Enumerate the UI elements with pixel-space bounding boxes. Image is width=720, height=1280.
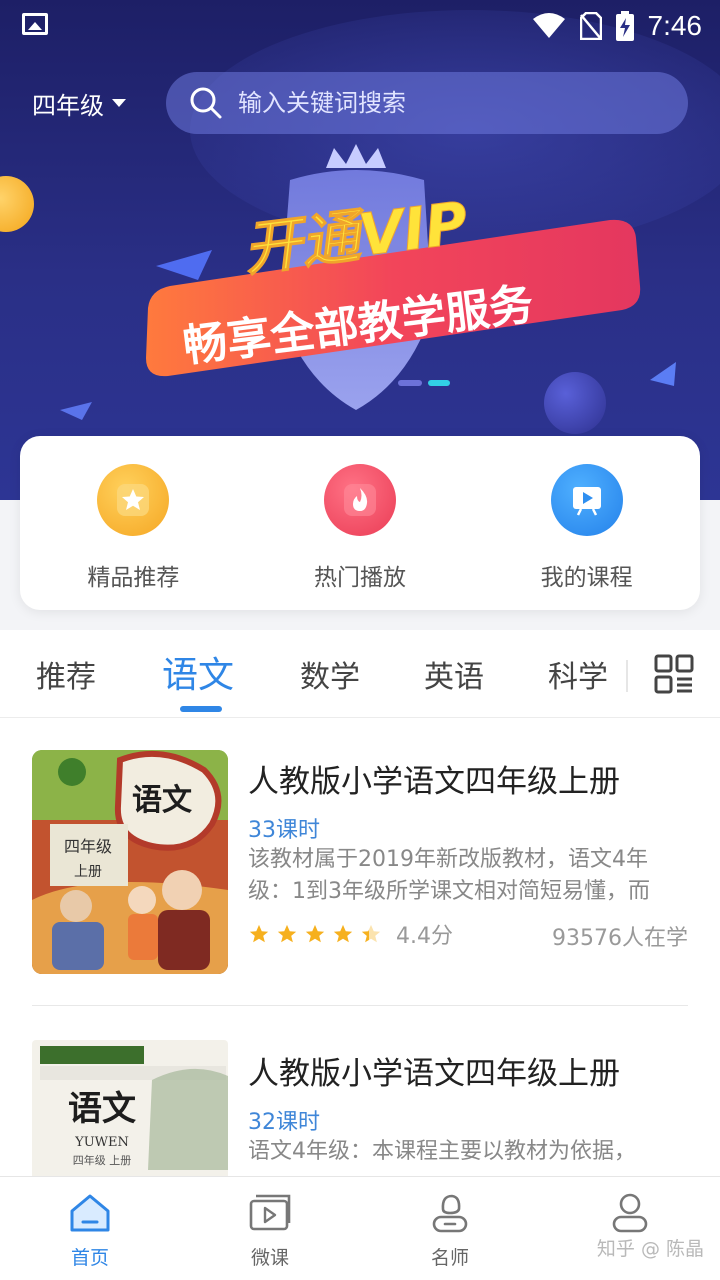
- nav-label: 微课: [250, 1247, 289, 1269]
- watermark: 知乎 @ 陈晶: [596, 1238, 704, 1260]
- quick-action-hot[interactable]: 热门播放: [260, 464, 460, 592]
- grade-selector[interactable]: 四年级: [32, 86, 126, 120]
- status-bar: 7:46: [0, 0, 720, 50]
- home-icon: [70, 1194, 110, 1232]
- learner-count: 93576人在学: [552, 926, 688, 951]
- caret-down-icon: [112, 99, 126, 107]
- decor-triangle: [60, 402, 92, 420]
- course-card[interactable]: 语文 四年级 上册 人教版小学语文四年级上册 33课时 该教材属于2019年新改…: [0, 720, 720, 1006]
- nav-home[interactable]: 首页: [30, 1191, 150, 1270]
- category-grid-icon[interactable]: [654, 654, 694, 694]
- textbook-cover: 语文 四年级 上册: [32, 750, 228, 974]
- cover-subtitle: YUWEN: [74, 1135, 129, 1150]
- quick-action-label: 我的课程: [540, 565, 633, 591]
- course-cover-image: 语文 四年级 上册: [32, 750, 228, 974]
- star-glyph: [117, 484, 150, 516]
- quick-action-recommended[interactable]: 精品推荐: [33, 464, 233, 592]
- quick-action-my-courses[interactable]: 我的课程: [487, 464, 687, 592]
- course-description: 该教材属于2019年新改版教材，语文4年级：1到3年级所学课文相对简短易懂，而: [248, 847, 650, 904]
- list-divider: [32, 1005, 688, 1006]
- profile-icon: [612, 1193, 648, 1233]
- decor-triangle: [650, 362, 676, 386]
- cover-grade: 四年级 上册: [73, 1153, 132, 1167]
- battery-charging-icon: [615, 11, 634, 41]
- quick-action-label: 精品推荐: [87, 565, 180, 591]
- tab-divider: [626, 660, 628, 692]
- tab-math[interactable]: 数学: [300, 652, 360, 696]
- video-icon: [249, 1194, 291, 1231]
- rating-stars: 4.4分: [248, 918, 453, 950]
- course-title: 人教版小学语文四年级上册: [248, 764, 620, 800]
- no-sim-icon: [579, 12, 602, 40]
- gallery-notification-icon: [22, 13, 48, 35]
- search-bar[interactable]: [166, 72, 688, 134]
- tab-science[interactable]: 科学: [548, 652, 608, 696]
- wifi-icon: [532, 13, 565, 38]
- nav-label: 名师: [430, 1247, 469, 1269]
- cover-volume: 上册: [74, 864, 102, 880]
- course-title: 人教版小学语文四年级上册: [248, 1056, 620, 1092]
- cover-title: 语文: [132, 783, 192, 818]
- cover-title: 语文: [68, 1089, 136, 1129]
- flame-icon: [323, 464, 396, 536]
- play-board-icon: [550, 464, 623, 536]
- nav-microclass[interactable]: 微课: [210, 1191, 330, 1270]
- play-board-glyph: [572, 487, 601, 516]
- hero-banner-area: 7:46 四年级 输入关键词搜索 开通VIP 畅享全部教学服务: [0, 0, 720, 500]
- lesson-count: 33课时: [248, 818, 320, 843]
- cover-grade: 四年级: [64, 837, 112, 856]
- nav-teachers[interactable]: 名师: [390, 1191, 510, 1270]
- tab-recommended[interactable]: 推荐: [36, 652, 96, 696]
- crown-icon: [326, 144, 386, 168]
- lesson-count: 32课时: [248, 1110, 320, 1135]
- teacher-icon: [432, 1194, 468, 1233]
- tab-english[interactable]: 英语: [424, 652, 484, 696]
- clock: 7:46: [647, 10, 703, 41]
- star-filled-icon: [249, 924, 269, 943]
- star-icon: [97, 464, 170, 536]
- star-filled-icon: [305, 924, 325, 943]
- rating-score: 4.4分: [396, 924, 453, 949]
- active-tab-indicator: [180, 706, 222, 712]
- decor-triangle: [156, 250, 212, 280]
- nav-label: 首页: [70, 1247, 109, 1269]
- vip-promo-banner[interactable]: 开通VIP 畅享全部教学服务: [0, 140, 720, 430]
- star-filled-icon: [333, 924, 353, 943]
- course-description: 语文4年级：本课程主要以教材为依据，: [248, 1139, 636, 1164]
- tab-chinese[interactable]: 语文: [162, 646, 234, 698]
- star-filled-icon: [277, 924, 297, 943]
- search-input[interactable]: [238, 89, 658, 117]
- star-partial-icon: [361, 924, 381, 943]
- quick-actions-card: 精品推荐 热门播放 我的课程: [20, 436, 700, 610]
- flame-glyph: [343, 484, 376, 516]
- grade-label: 四年级: [32, 91, 104, 120]
- quick-action-label: 热门播放: [313, 565, 406, 591]
- subject-tabs: 推荐 语文 数学 英语 科学: [0, 630, 720, 718]
- bottom-navigation: 首页 微课 名师: [0, 1176, 720, 1280]
- search-icon: [190, 87, 222, 119]
